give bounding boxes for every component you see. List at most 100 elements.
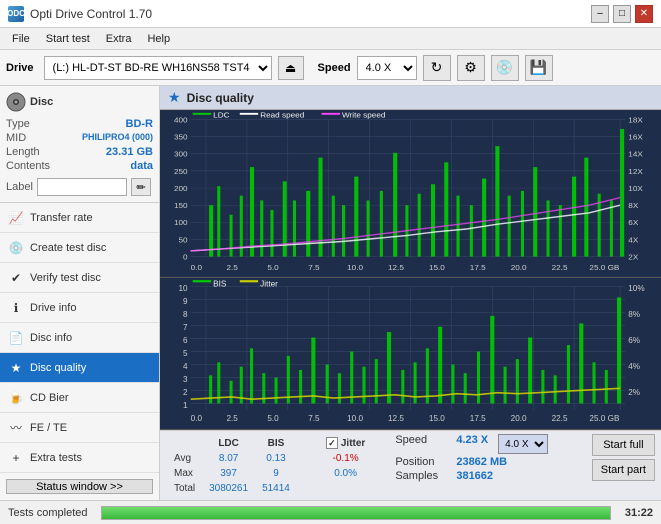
bottom-chart: 10 9 8 7 6 5 4 3 2 1 10% 8% 6% 4% 2%: [160, 278, 661, 430]
cd-bier-icon: 🍺: [8, 390, 24, 406]
nav-verify-test-disc[interactable]: ✔ Verify test disc: [0, 263, 159, 293]
speed-label: Speed: [318, 62, 351, 74]
position-label: Position: [395, 456, 450, 468]
save-button[interactable]: 💾: [525, 55, 553, 81]
speed-row: Speed 4.23 X 4.0 X: [395, 434, 548, 454]
svg-text:12.5: 12.5: [388, 263, 405, 272]
maximize-button[interactable]: □: [613, 5, 631, 23]
svg-text:250: 250: [174, 167, 188, 176]
start-part-button[interactable]: Start part: [592, 459, 655, 481]
contents-value: data: [130, 160, 153, 172]
action-buttons: Start full Start part: [592, 434, 655, 481]
avg-label: Avg: [168, 452, 201, 465]
svg-text:7: 7: [183, 321, 188, 331]
nav-items: 📈 Transfer rate 💿 Create test disc ✔ Ver…: [0, 203, 159, 473]
ldc-header: LDC: [203, 436, 254, 450]
svg-text:Jitter: Jitter: [260, 278, 278, 288]
verify-test-disc-icon: ✔: [8, 270, 24, 286]
menu-extra[interactable]: Extra: [98, 31, 140, 47]
max-ldc: 397: [203, 467, 254, 480]
nav-verify-test-disc-label: Verify test disc: [30, 272, 101, 284]
svg-text:4X: 4X: [628, 236, 639, 245]
svg-text:2.5: 2.5: [226, 263, 238, 272]
total-label: Total: [168, 482, 201, 495]
svg-text:16X: 16X: [628, 133, 643, 142]
stats-table: LDC BIS ✓ Jitter Avg 8.07 0.13 -0.: [166, 434, 373, 497]
svg-text:Read speed: Read speed: [260, 111, 304, 120]
svg-text:BIS: BIS: [213, 278, 227, 288]
menu-start-test[interactable]: Start test: [38, 31, 98, 47]
speed-select-stats[interactable]: 4.0 X: [498, 434, 548, 454]
svg-text:5: 5: [183, 347, 188, 357]
total-ldc: 3080261: [203, 482, 254, 495]
svg-text:15.0: 15.0: [429, 263, 446, 272]
svg-text:6: 6: [183, 334, 188, 344]
disc-info-icon: 📄: [8, 330, 24, 346]
svg-text:50: 50: [179, 236, 189, 245]
main-layout: Disc Type BD-R MID PHILIPRO4 (000) Lengt…: [0, 86, 661, 500]
avg-jitter: -0.1%: [320, 452, 371, 465]
svg-text:10.0: 10.0: [347, 412, 363, 422]
speed-value: 4.23 X: [456, 434, 488, 454]
app-icon: ODC: [8, 6, 24, 22]
menu-file[interactable]: File: [4, 31, 38, 47]
position-value: 23862 MB: [456, 456, 507, 468]
nav-drive-info[interactable]: ℹ Drive info: [0, 293, 159, 323]
app-title: Opti Drive Control 1.70: [30, 7, 152, 21]
drive-select[interactable]: (L:) HL-DT-ST BD-RE WH16NS58 TST4: [44, 56, 272, 80]
label-edit-button[interactable]: ✏: [131, 178, 151, 196]
speed-select[interactable]: 4.0 X: [357, 56, 417, 80]
nav-fe-te[interactable]: 〰 FE / TE: [0, 413, 159, 443]
length-value: 23.31 GB: [106, 146, 153, 158]
jitter-checkbox[interactable]: ✓: [326, 437, 338, 449]
label-input[interactable]: [37, 178, 127, 196]
eject-button[interactable]: ⏏: [278, 56, 304, 80]
svg-text:2: 2: [183, 386, 188, 396]
start-full-button[interactable]: Start full: [592, 434, 655, 456]
jitter-header: ✓ Jitter: [320, 436, 371, 450]
avg-ldc: 8.07: [203, 452, 254, 465]
nav-disc-info[interactable]: 📄 Disc info: [0, 323, 159, 353]
window-controls: – □ ✕: [591, 5, 653, 23]
nav-extra-tests[interactable]: + Extra tests: [0, 443, 159, 473]
menu-help[interactable]: Help: [139, 31, 178, 47]
refresh-button[interactable]: ↻: [423, 55, 451, 81]
disc-quality-icon: ★: [8, 360, 24, 376]
jitter-label: Jitter: [341, 438, 365, 449]
extra-tests-icon: +: [8, 450, 24, 466]
svg-text:20.0: 20.0: [511, 263, 528, 272]
close-button[interactable]: ✕: [635, 5, 653, 23]
svg-text:7.5: 7.5: [308, 412, 320, 422]
svg-text:LDC: LDC: [213, 111, 230, 120]
svg-text:350: 350: [174, 133, 188, 142]
charts-area: 400 350 300 250 200 150 100 50 0 18X 16X…: [160, 110, 661, 430]
svg-text:100: 100: [174, 218, 188, 227]
nav-disc-quality[interactable]: ★ Disc quality: [0, 353, 159, 383]
disc-title: Disc: [30, 96, 53, 108]
max-jitter: 0.0%: [320, 467, 371, 480]
status-window-button[interactable]: Status window >>: [6, 479, 153, 494]
drive-label: Drive: [6, 62, 34, 74]
svg-text:7.5: 7.5: [308, 263, 320, 272]
fe-te-icon: 〰: [8, 420, 24, 436]
svg-text:6%: 6%: [628, 334, 640, 344]
nav-cd-bier[interactable]: 🍺 CD Bier: [0, 383, 159, 413]
minimize-button[interactable]: –: [591, 5, 609, 23]
nav-drive-info-label: Drive info: [30, 302, 76, 314]
nav-create-test-disc[interactable]: 💿 Create test disc: [0, 233, 159, 263]
top-chart: 400 350 300 250 200 150 100 50 0 18X 16X…: [160, 110, 661, 278]
content-area: ★ Disc quality: [160, 86, 661, 500]
max-label: Max: [168, 467, 201, 480]
elapsed-time: 31:22: [625, 507, 653, 519]
svg-text:25.0 GB: 25.0 GB: [589, 412, 619, 422]
nav-transfer-rate[interactable]: 📈 Transfer rate: [0, 203, 159, 233]
transfer-rate-icon: 📈: [8, 210, 24, 226]
svg-text:18X: 18X: [628, 116, 643, 125]
svg-text:15.0: 15.0: [429, 412, 445, 422]
svg-text:8%: 8%: [628, 308, 640, 318]
settings-button[interactable]: ⚙: [457, 55, 485, 81]
svg-text:5.0: 5.0: [267, 412, 279, 422]
disc-button[interactable]: 💿: [491, 55, 519, 81]
nav-fe-te-label: FE / TE: [30, 422, 67, 434]
mid-label: MID: [6, 132, 26, 144]
